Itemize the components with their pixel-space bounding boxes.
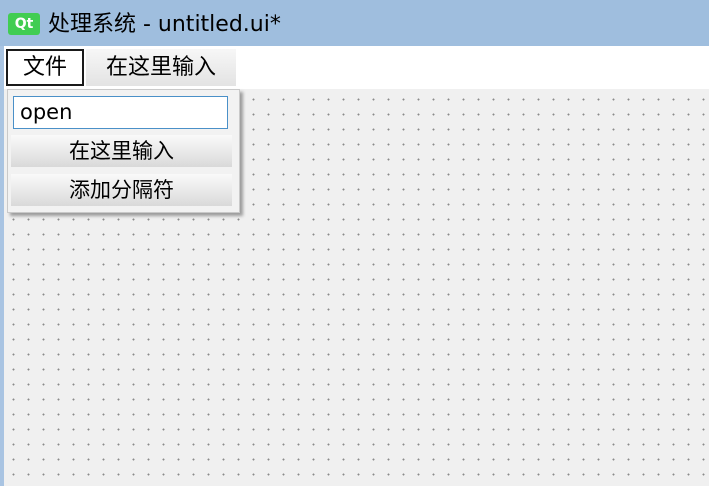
- dropdown-item-add-separator[interactable]: 添加分隔符: [11, 174, 232, 206]
- window-title: 处理系统 - untitled.ui*: [48, 12, 281, 37]
- qt-logo-icon: Qt: [8, 13, 40, 35]
- dropdown-item-type-here[interactable]: 在这里输入: [11, 135, 232, 167]
- menu-item-edit-input[interactable]: open: [13, 96, 228, 129]
- menu-type-here[interactable]: 在这里输入: [86, 49, 236, 86]
- title-bar: Qt 处理系统 - untitled.ui*: [0, 0, 709, 46]
- file-dropdown-menu: open 在这里输入 添加分隔符: [7, 89, 240, 213]
- menu-bar: 文件 在这里输入: [4, 46, 709, 89]
- menu-file[interactable]: 文件: [6, 49, 84, 86]
